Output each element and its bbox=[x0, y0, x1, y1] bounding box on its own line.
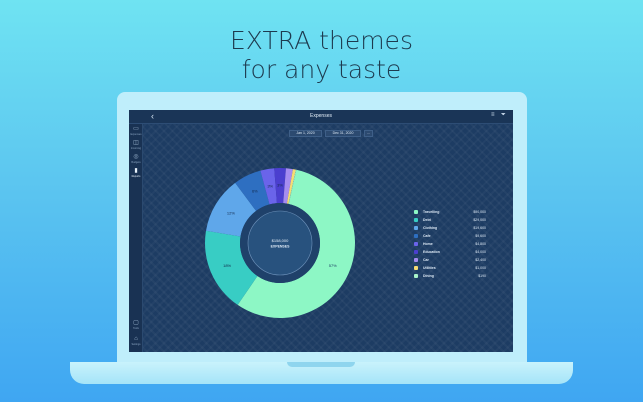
legend-item-clothing[interactable]: Clothing $19,600 bbox=[414, 225, 486, 233]
legend-swatch bbox=[414, 234, 418, 238]
slice-percent-label: 3% bbox=[277, 183, 283, 188]
donut-center-circle bbox=[247, 210, 313, 276]
legend-value: $2,400 bbox=[475, 258, 486, 262]
legend-value: $4,800 bbox=[475, 242, 486, 246]
slice-percent-label: 6% bbox=[252, 188, 258, 193]
promo-headline: EXTRA themes for any taste bbox=[0, 26, 643, 84]
legend-label: Utilities bbox=[423, 266, 436, 270]
legend-label: Education bbox=[423, 250, 440, 254]
legend-swatch bbox=[414, 258, 418, 262]
legend-label: Cafe bbox=[423, 234, 431, 238]
legend-item-home[interactable]: Home $4,800 bbox=[414, 241, 486, 249]
legend-swatch bbox=[414, 274, 418, 278]
legend-swatch bbox=[414, 242, 418, 246]
legend-label: Car bbox=[423, 258, 429, 262]
legend-item-travelling[interactable]: Travelling $90,000 bbox=[414, 209, 486, 217]
headline-line-1: EXTRA themes bbox=[230, 26, 413, 55]
legend-swatch bbox=[414, 218, 418, 222]
legend-value: $90,000 bbox=[473, 210, 486, 214]
legend-swatch bbox=[414, 250, 418, 254]
legend-value: $1,000 bbox=[475, 266, 486, 270]
legend-item-debt[interactable]: Debt $29,000 bbox=[414, 217, 486, 225]
app-screen: ‹ Expenses ≡ ⏷ ▭ Expenses ◫ Incoming ◎ B… bbox=[129, 110, 513, 352]
legend-value: $4,000 bbox=[475, 250, 486, 254]
slice-percent-label: 3% bbox=[267, 184, 273, 189]
legend-label: Debt bbox=[423, 218, 431, 222]
legend-swatch bbox=[414, 210, 418, 214]
center-total: $158,000 bbox=[272, 238, 289, 243]
legend-label: Travelling bbox=[423, 210, 440, 214]
legend-swatch bbox=[414, 226, 418, 230]
legend-item-car[interactable]: Car $2,400 bbox=[414, 257, 486, 265]
legend-label: Dining bbox=[423, 274, 434, 278]
legend-item-education[interactable]: Education $4,000 bbox=[414, 249, 486, 257]
legend-label: Home bbox=[423, 242, 433, 246]
slice-percent-label: 18% bbox=[223, 263, 231, 268]
laptop-notch bbox=[287, 362, 355, 367]
headline-line-2: for any taste bbox=[241, 55, 402, 84]
legend-swatch bbox=[414, 266, 418, 270]
legend-value: $29,000 bbox=[473, 218, 486, 222]
legend-value: $190 bbox=[478, 274, 486, 278]
legend-item-utilities[interactable]: Utilities $1,000 bbox=[414, 265, 486, 273]
legend-value: $19,600 bbox=[473, 226, 486, 230]
legend-item-cafe[interactable]: Cafe $9,600 bbox=[414, 233, 486, 241]
slice-percent-label: 57% bbox=[329, 263, 337, 268]
legend-label: Clothing bbox=[423, 226, 438, 230]
chart-legend: Travelling $90,000 Debt $29,000 Clothing $19,… bbox=[414, 209, 486, 281]
center-label: EXPENSES bbox=[271, 245, 291, 249]
legend-item-dining[interactable]: Dining $190 bbox=[414, 273, 486, 281]
slice-percent-label: 12% bbox=[227, 210, 235, 215]
legend-value: $9,600 bbox=[475, 234, 486, 238]
